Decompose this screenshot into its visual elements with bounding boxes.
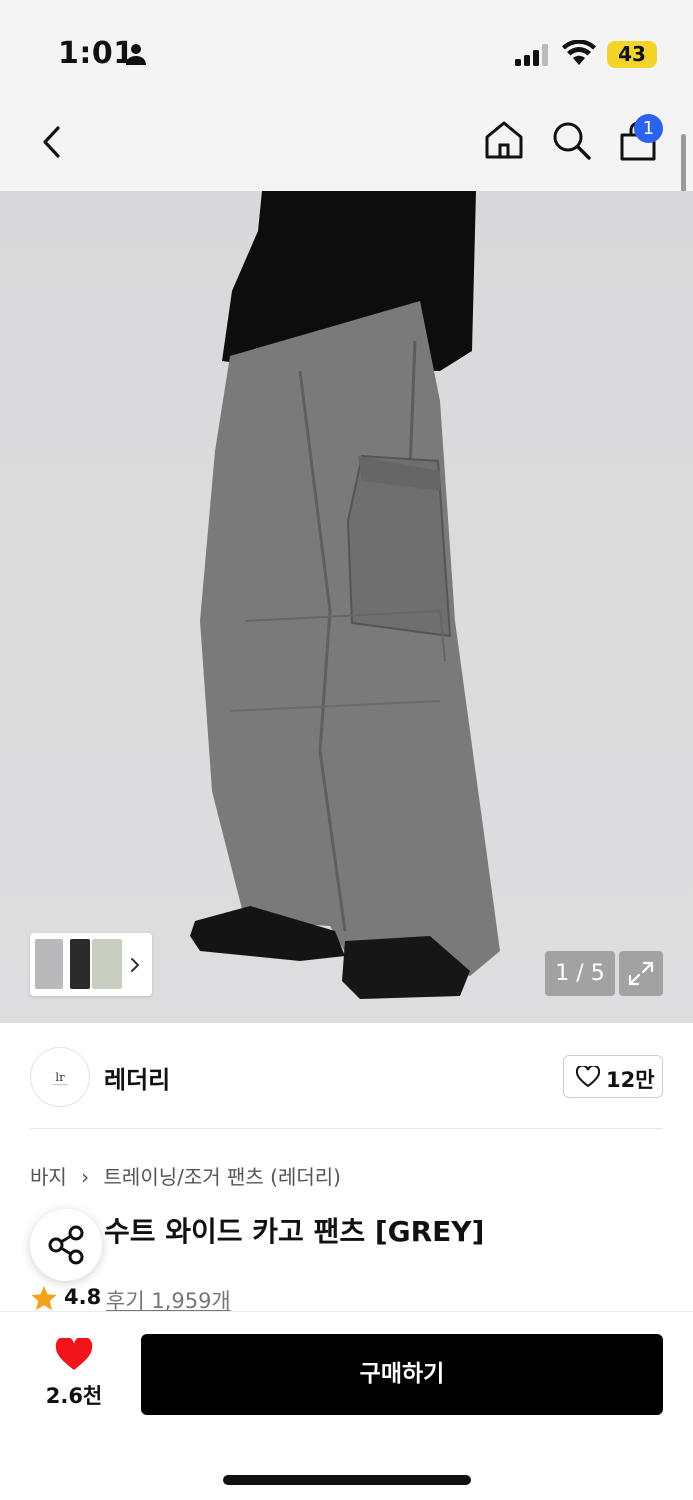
breadcrumb: 바지 › 트레이닝/조거 팬츠 (레더리) xyxy=(30,1161,349,1190)
heart-outline-icon xyxy=(576,1066,600,1088)
product-image[interactable] xyxy=(0,191,693,1023)
wifi-icon xyxy=(562,40,596,65)
chevron-right-icon: › xyxy=(81,1165,90,1189)
brand-like-count: 12만 xyxy=(606,1068,655,1092)
rating-value: 4.8 xyxy=(64,1285,102,1309)
top-nav-bar xyxy=(0,95,693,191)
thumbnail-image[interactable] xyxy=(70,939,90,989)
home-indicator[interactable] xyxy=(223,1475,471,1485)
star-icon xyxy=(31,1286,57,1310)
product-photo xyxy=(190,191,500,999)
thumbnail-image[interactable] xyxy=(35,939,63,989)
brand-name[interactable]: 레더리 xyxy=(104,1060,170,1095)
breadcrumb-item[interactable]: 바지 xyxy=(30,1165,67,1189)
buy-button[interactable]: 구매하기 xyxy=(141,1334,663,1415)
brand-logo[interactable]: lr xyxy=(30,1047,90,1107)
cart-count-badge: 1 xyxy=(634,114,663,143)
cellular-signal-icon xyxy=(515,44,548,66)
thumbnail-image[interactable] xyxy=(92,939,122,989)
image-page-counter: 1 / 5 xyxy=(545,951,615,996)
home-icon[interactable] xyxy=(483,119,525,161)
heart-filled-icon[interactable] xyxy=(55,1338,93,1372)
chevron-left-icon[interactable] xyxy=(36,120,70,164)
divider xyxy=(30,1128,663,1129)
search-icon[interactable] xyxy=(550,119,592,161)
wish-count: 2.6천 xyxy=(45,1384,103,1408)
person-icon xyxy=(126,44,146,65)
chevron-right-icon[interactable] xyxy=(128,956,142,974)
brand-like-button[interactable]: 12만 xyxy=(563,1055,663,1098)
status-bar: 1:01 43 xyxy=(0,0,693,95)
svg-text:lr: lr xyxy=(55,1070,65,1084)
expand-icon[interactable] xyxy=(619,951,663,996)
product-title-text: 수트 와이드 카고 팬츠 [GREY] xyxy=(104,1215,485,1248)
breadcrumb-item[interactable]: 트레이닝/조거 팬츠 (레더리) xyxy=(104,1165,341,1189)
share-button[interactable] xyxy=(30,1209,102,1281)
battery-indicator: 43 xyxy=(607,41,657,68)
share-icon xyxy=(48,1225,84,1265)
